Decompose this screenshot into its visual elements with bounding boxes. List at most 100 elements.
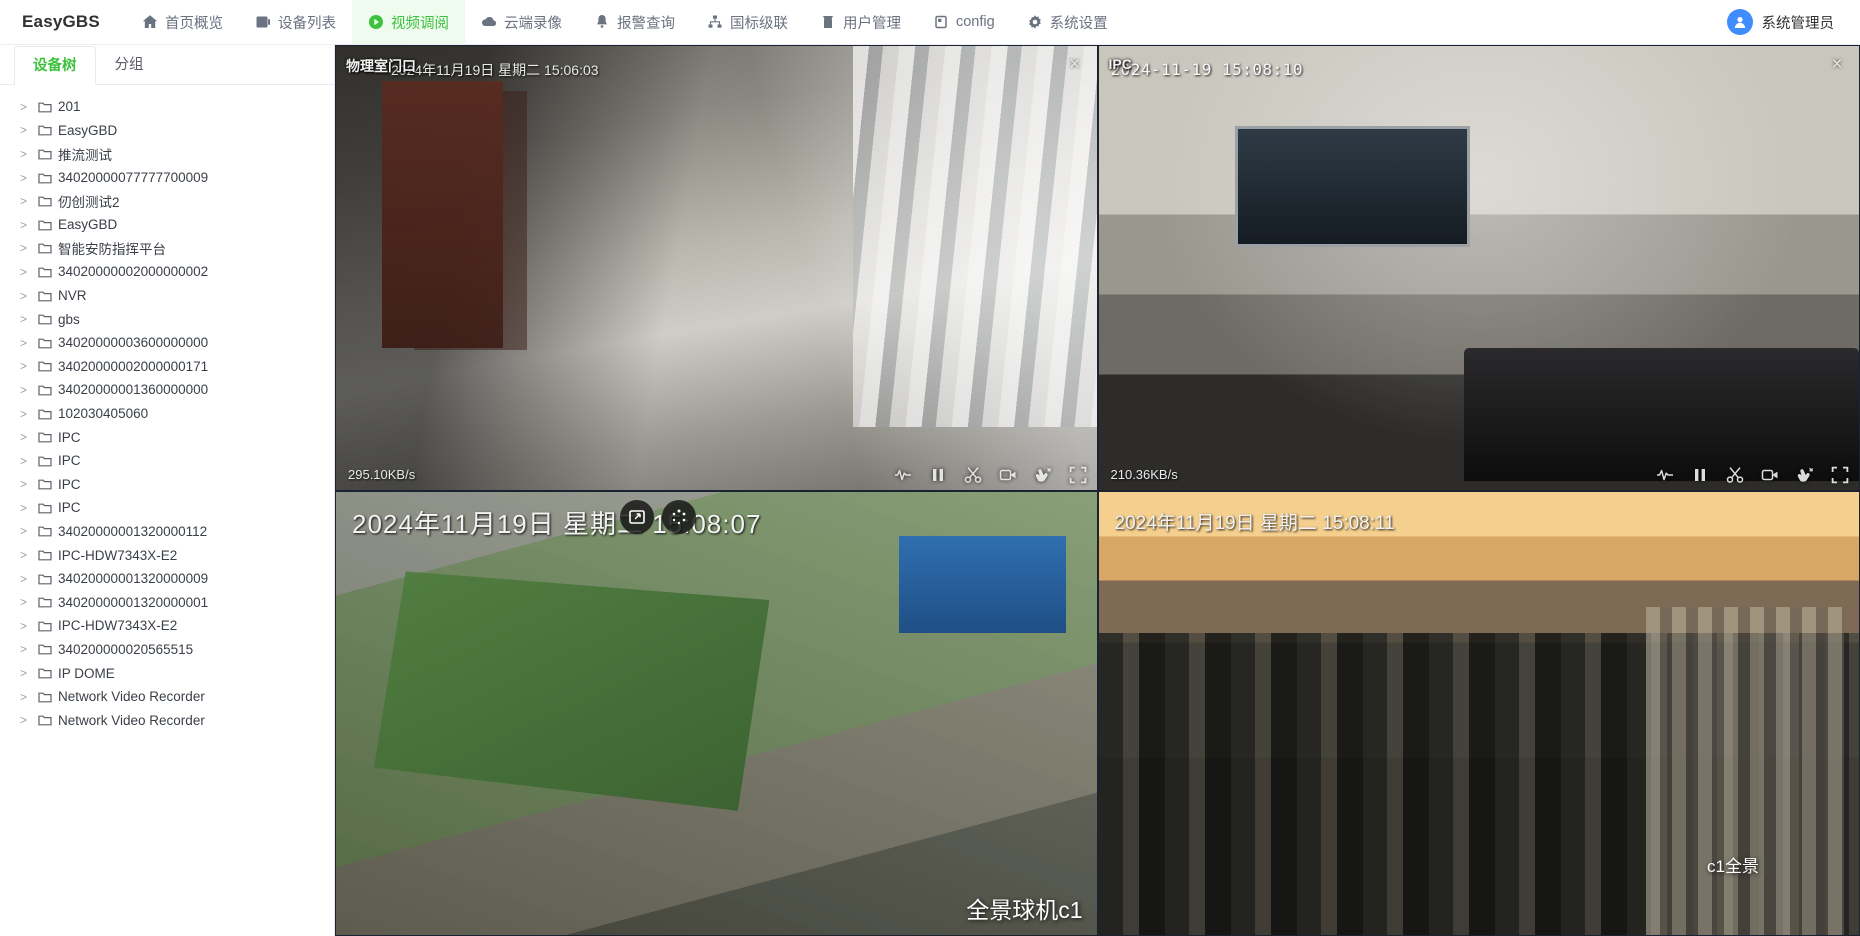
close-icon[interactable]: × [1065, 55, 1085, 76]
nav-label: 国标级联 [729, 15, 788, 32]
tree-node[interactable]: > EasyGBD [0, 119, 334, 143]
tree-node[interactable]: > 仞创测试2 [0, 189, 334, 213]
chevron-right-icon[interactable]: > [20, 595, 38, 609]
chevron-right-icon[interactable]: > [20, 171, 38, 185]
chevron-right-icon[interactable]: > [20, 218, 38, 232]
tree-node[interactable]: > gbs [0, 307, 334, 331]
folder-icon [38, 241, 58, 255]
tree-node[interactable]: > IP DOME [0, 661, 334, 685]
chevron-right-icon[interactable]: > [20, 407, 38, 421]
tab-device-tree[interactable]: 设备树 [14, 46, 96, 85]
tree-node[interactable]: > 智能安防指挥平台 [0, 237, 334, 261]
chevron-right-icon[interactable]: > [20, 147, 38, 161]
chevron-right-icon[interactable]: > [20, 642, 38, 656]
chevron-right-icon[interactable]: > [20, 359, 38, 373]
tree-node[interactable]: >34020000077777700009 [0, 166, 334, 190]
tree-node[interactable]: > IPC-HDW7343X-E2 [0, 614, 334, 638]
chevron-right-icon[interactable]: > [20, 289, 38, 303]
sidebar-tabs: 设备树 分组 [0, 45, 334, 85]
fullscreen-icon[interactable] [1069, 466, 1087, 484]
fullscreen-icon[interactable] [1831, 466, 1849, 484]
tree-node-label: 仞创测试2 [58, 195, 120, 211]
chevron-right-icon[interactable]: > [20, 666, 38, 680]
user-manage-icon [820, 14, 836, 30]
chevron-right-icon[interactable]: > [20, 524, 38, 538]
pause-icon[interactable] [929, 466, 947, 484]
chevron-right-icon[interactable]: > [20, 430, 38, 444]
tree-node[interactable]: >34020000002000000171 [0, 355, 334, 379]
tree-node[interactable]: >34020000001320000112 [0, 520, 334, 544]
cell-top-right[interactable]: 2024-11-19 15:08:10 IPC × 210.36KB/s [1098, 46, 1859, 490]
video-channel-title: 物理室门口 [346, 58, 416, 74]
chevron-right-icon[interactable]: > [20, 312, 38, 326]
chevron-right-icon[interactable]: > [20, 123, 38, 137]
tree-node[interactable]: > IPC [0, 449, 334, 473]
folder-icon [38, 572, 58, 586]
cell-top-left[interactable]: 2024年11月19日 星期二 15:06:03 物理室门口 × 295.10KB/s [336, 46, 1097, 490]
chevron-right-icon[interactable]: > [20, 454, 38, 468]
tree-node[interactable]: > Network Video Recorder [0, 685, 334, 709]
tree-node[interactable]: > IPC [0, 496, 334, 520]
tree-node[interactable]: > Network Video Recorder [0, 708, 334, 732]
nav-item-video-review[interactable]: 视频调阅 [351, 0, 465, 44]
tree-node[interactable]: >34020000003600000000 [0, 331, 334, 355]
pause-icon[interactable] [1691, 466, 1709, 484]
picture-in-picture-icon[interactable] [620, 499, 654, 534]
chevron-right-icon[interactable]: > [20, 477, 38, 491]
nav-item-user-management[interactable]: 用户管理 [804, 0, 917, 44]
chevron-right-icon[interactable]: > [20, 336, 38, 350]
tree-node[interactable]: > NVR [0, 284, 334, 308]
nav-label: 报警查询 [616, 15, 675, 32]
chevron-right-icon[interactable]: > [20, 194, 38, 208]
tree-node[interactable]: >34020000001360000000 [0, 378, 334, 402]
app-brand-logo[interactable]: EasyGBS [0, 12, 126, 32]
nav-item-home-overview[interactable]: 首页概览 [126, 0, 239, 44]
close-icon[interactable]: × [1827, 55, 1847, 76]
ptz-hand-icon[interactable] [1034, 466, 1052, 484]
chevron-right-icon[interactable]: > [20, 501, 38, 515]
audio-wave-icon[interactable] [894, 466, 912, 484]
tree-node[interactable]: > EasyGBD [0, 213, 334, 237]
chevron-right-icon[interactable]: > [20, 241, 38, 255]
record-icon[interactable] [999, 466, 1017, 484]
folder-icon [38, 713, 58, 727]
tree-node[interactable]: >34020000002000000002 [0, 260, 334, 284]
cell-bottom-left[interactable]: 2024年11月19日 星期二 15:08:07 全景球机c1 [336, 491, 1097, 935]
record-icon[interactable] [1761, 466, 1779, 484]
scissors-icon[interactable] [1726, 466, 1744, 484]
tree-node-label: 34020000001320000112 [58, 523, 208, 539]
home-icon [142, 14, 158, 30]
tree-node[interactable]: >34020000001320000009 [0, 567, 334, 591]
tree-node[interactable]: >102030405060 [0, 402, 334, 426]
tree-node-label: IPC [58, 453, 81, 469]
tab-group[interactable]: 分组 [96, 45, 163, 84]
nav-item-device-list[interactable]: 设备列表 [239, 0, 352, 44]
user-menu[interactable]: 系统管理员 [1726, 9, 1860, 35]
chevron-right-icon[interactable]: > [20, 690, 38, 704]
nav-item-gb-cascade[interactable]: 国标级联 [691, 0, 804, 44]
tree-node[interactable]: >340200000020565515 [0, 638, 334, 662]
chevron-right-icon[interactable]: > [20, 572, 38, 586]
nav-item-alarm-query[interactable]: 报警查询 [578, 0, 691, 44]
tree-node[interactable]: > IPC [0, 473, 334, 497]
nav-item-config[interactable]: config [917, 0, 1011, 44]
chevron-right-icon[interactable]: > [20, 548, 38, 562]
tree-node[interactable]: > IPC [0, 425, 334, 449]
chevron-right-icon[interactable]: > [20, 713, 38, 727]
chevron-right-icon[interactable]: > [20, 100, 38, 114]
chevron-right-icon[interactable]: > [20, 383, 38, 397]
tree-node[interactable]: > 推流测试 [0, 142, 334, 166]
tree-node[interactable]: > IPC-HDW7343X-E2 [0, 543, 334, 567]
chevron-right-icon[interactable]: > [20, 619, 38, 633]
scissors-icon[interactable] [964, 466, 982, 484]
folder-icon [38, 619, 58, 633]
folder-icon [38, 548, 58, 562]
cell-bottom-right[interactable]: 2024年11月19日 星期二 15:08:11 c1全景 [1098, 491, 1859, 935]
chevron-right-icon[interactable]: > [20, 265, 38, 279]
nav-item-cloud-record[interactable]: 云端录像 [465, 0, 578, 44]
tree-node[interactable]: >201 [0, 95, 334, 119]
nav-item-system-settings[interactable]: 系统设置 [1011, 0, 1124, 44]
tree-node[interactable]: >34020000001320000001 [0, 590, 334, 614]
audio-wave-icon[interactable] [1656, 466, 1674, 484]
ptz-hand-icon[interactable] [1796, 466, 1814, 484]
